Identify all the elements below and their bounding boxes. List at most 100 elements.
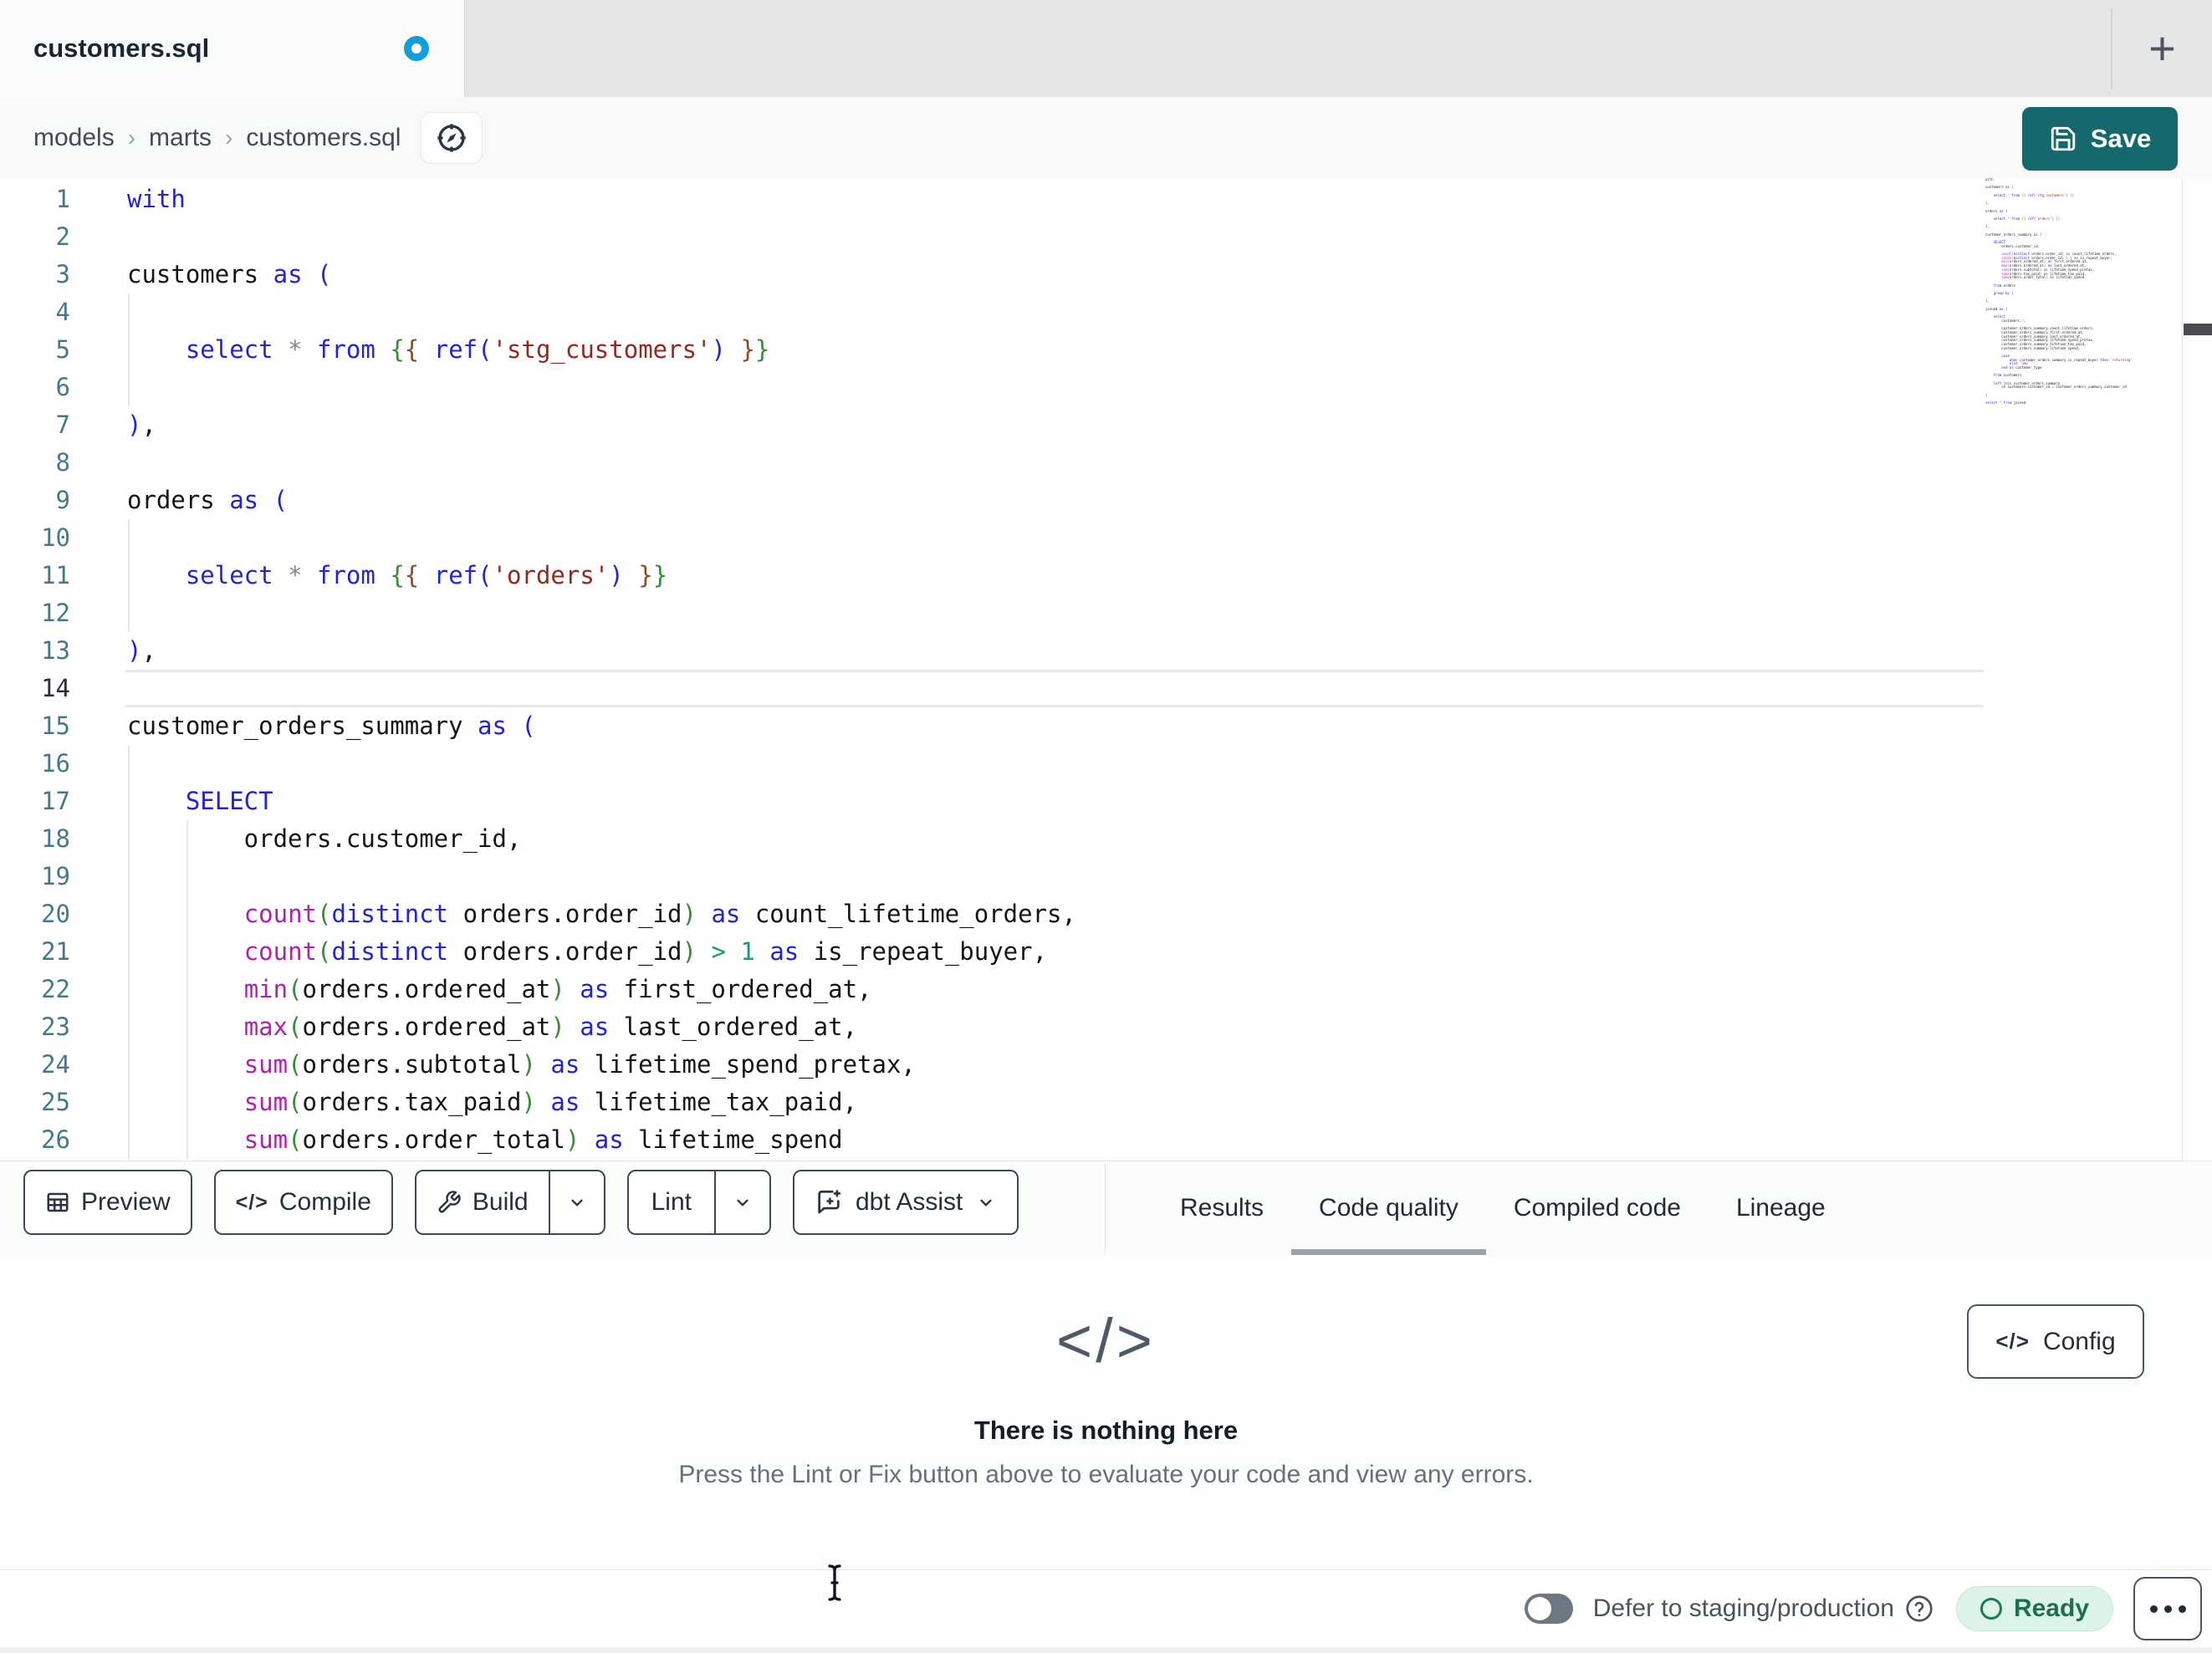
defer-toggle[interactable] xyxy=(1524,1594,1573,1624)
minimap[interactable]: with customers as ( select * from {{ ref… xyxy=(1985,178,2181,1161)
file-tab-customers-sql[interactable]: customers.sql xyxy=(0,0,465,97)
line-number: 23 xyxy=(41,1013,70,1041)
code-line[interactable]: 11 select * from {{ ref('orders') }} xyxy=(0,557,2212,594)
code-line[interactable]: 25 sum(orders.tax_paid) as lifetime_tax_… xyxy=(0,1084,2212,1121)
code-line[interactable]: 16 xyxy=(0,745,2212,783)
panel-tabs: Results Code quality Compiled code Linea… xyxy=(1152,1161,1853,1255)
breadcrumb-separator-icon: › xyxy=(225,124,233,151)
build-button-label: Build xyxy=(472,1188,529,1216)
code-line[interactable]: 15 customer_orders_summary as ( xyxy=(0,707,2212,745)
defer-label: Defer to staging/production xyxy=(1592,1594,1894,1622)
code-line[interactable]: 7), xyxy=(0,406,2212,444)
code-line[interactable]: 3 customers as ( xyxy=(0,256,2212,293)
breadcrumb-item-marts[interactable]: marts xyxy=(149,124,212,152)
code-line[interactable]: 2 xyxy=(0,218,2212,256)
code-line[interactable]: 18 orders.customer_id, xyxy=(0,820,2212,858)
line-number: 13 xyxy=(41,636,70,665)
more-options-button[interactable] xyxy=(2133,1577,2202,1640)
line-number: 17 xyxy=(41,787,70,815)
window-bottom-edge xyxy=(0,1647,2212,1653)
wrench-icon xyxy=(438,1191,461,1213)
unsaved-changes-dot-icon xyxy=(404,36,429,61)
indent-guide xyxy=(186,820,188,1159)
code-line[interactable]: 26 sum(orders.order_total) as lifetime_s… xyxy=(0,1121,2212,1159)
line-number: 1 xyxy=(55,185,70,213)
chevron-down-icon xyxy=(980,1199,993,1207)
line-number: 10 xyxy=(41,523,70,552)
breadcrumb-separator-icon: › xyxy=(127,124,136,151)
line-number: 11 xyxy=(41,561,70,589)
code-text: customer_orders_summary as ( xyxy=(127,712,536,740)
lineage-compass-button[interactable] xyxy=(421,111,483,164)
code-line[interactable]: 17 SELECT xyxy=(0,783,2212,820)
tab-compiled-code[interactable]: Compiled code xyxy=(1486,1161,1709,1255)
line-number: 22 xyxy=(41,975,70,1003)
line-number: 26 xyxy=(41,1125,70,1154)
code-line[interactable]: 5 select * from {{ ref('stg_customers') … xyxy=(0,331,2212,369)
code-line[interactable]: 21 count(distinct orders.order_id) > 1 a… xyxy=(0,933,2212,971)
new-tab-button[interactable]: + xyxy=(2112,0,2212,97)
build-button[interactable]: Build xyxy=(416,1171,549,1233)
save-icon xyxy=(2051,126,2075,151)
assist-chat-icon xyxy=(818,1190,841,1214)
code-line[interactable]: 8 xyxy=(0,444,2212,482)
tab-results-label: Results xyxy=(1180,1194,1264,1222)
empty-state: </> There is nothing here Press the Lint… xyxy=(0,1255,2212,1489)
build-dropdown-button[interactable] xyxy=(548,1171,604,1233)
lint-dropdown-button[interactable] xyxy=(714,1171,769,1233)
code-line[interactable]: 19 xyxy=(0,858,2212,895)
code-line[interactable]: 22 min(orders.ordered_at) as first_order… xyxy=(0,971,2212,1008)
config-button-label: Config xyxy=(2042,1327,2116,1355)
code-line[interactable]: 24 sum(orders.subtotal) as lifetime_spen… xyxy=(0,1046,2212,1084)
ellipsis-icon xyxy=(2178,1605,2186,1613)
code-text: SELECT xyxy=(185,787,273,815)
line-number: 9 xyxy=(55,486,70,514)
scrollbar-marker[interactable] xyxy=(2184,324,2212,335)
empty-state-title: There is nothing here xyxy=(973,1416,1239,1445)
toggle-knob xyxy=(1527,1597,1551,1620)
save-button[interactable]: Save xyxy=(2022,107,2178,171)
code-text: orders as ( xyxy=(127,486,289,514)
code-icon: </> xyxy=(1056,1306,1156,1375)
line-number: 5 xyxy=(55,335,70,364)
code-line[interactable]: 13), xyxy=(0,632,2212,670)
code-text: select * from {{ ref('stg_customers') }} xyxy=(185,335,770,364)
code-line[interactable]: 20 count(distinct orders.order_id) as co… xyxy=(0,895,2212,933)
code-line[interactable]: 10 xyxy=(0,519,2212,557)
code-line[interactable]: 14 xyxy=(0,670,2212,707)
code-line[interactable]: 9 orders as ( xyxy=(0,482,2212,519)
tab-lineage[interactable]: Lineage xyxy=(1709,1161,1853,1255)
breadcrumb-item-models[interactable]: models xyxy=(33,124,115,152)
tab-lineage-label: Lineage xyxy=(1735,1194,1826,1222)
code-line[interactable]: 4 xyxy=(0,293,2212,331)
code-editor[interactable]: 1 with 2 3 customers as (4 5 select * from {{… xyxy=(0,178,2212,1161)
line-number: 15 xyxy=(41,712,70,740)
preview-button[interactable]: Preview xyxy=(23,1170,192,1235)
line-number: 3 xyxy=(55,260,70,288)
code-text: with xyxy=(127,185,186,213)
table-icon xyxy=(47,1192,69,1212)
code-line[interactable]: 23 max(orders.ordered_at) as last_ordere… xyxy=(0,1008,2212,1046)
config-button[interactable]: </> Config xyxy=(1967,1304,2144,1379)
help-icon[interactable] xyxy=(1904,1594,1934,1624)
code-line[interactable]: 1 with xyxy=(0,181,2212,218)
compile-button[interactable]: </> Compile xyxy=(213,1170,393,1235)
tab-results[interactable]: Results xyxy=(1152,1161,1291,1255)
editor-scrollbar[interactable] xyxy=(2182,178,2212,1161)
line-number: 16 xyxy=(41,749,70,778)
breadcrumb: models › marts › customers.sql xyxy=(33,124,401,152)
code-text: ), xyxy=(127,411,156,439)
code-line[interactable]: 12 xyxy=(0,594,2212,632)
code-line[interactable]: 6 xyxy=(0,369,2212,406)
line-number: 19 xyxy=(41,862,70,890)
line-number: 8 xyxy=(55,448,70,477)
tab-code-quality[interactable]: Code quality xyxy=(1291,1161,1486,1255)
chevron-down-icon xyxy=(737,1199,748,1207)
toolbar-buttons: Preview </> Compile Build Lint dbt Assis… xyxy=(23,1170,1019,1235)
dbt-assist-button[interactable]: dbt Assist xyxy=(793,1170,1019,1235)
lint-button[interactable]: Lint xyxy=(629,1171,714,1233)
